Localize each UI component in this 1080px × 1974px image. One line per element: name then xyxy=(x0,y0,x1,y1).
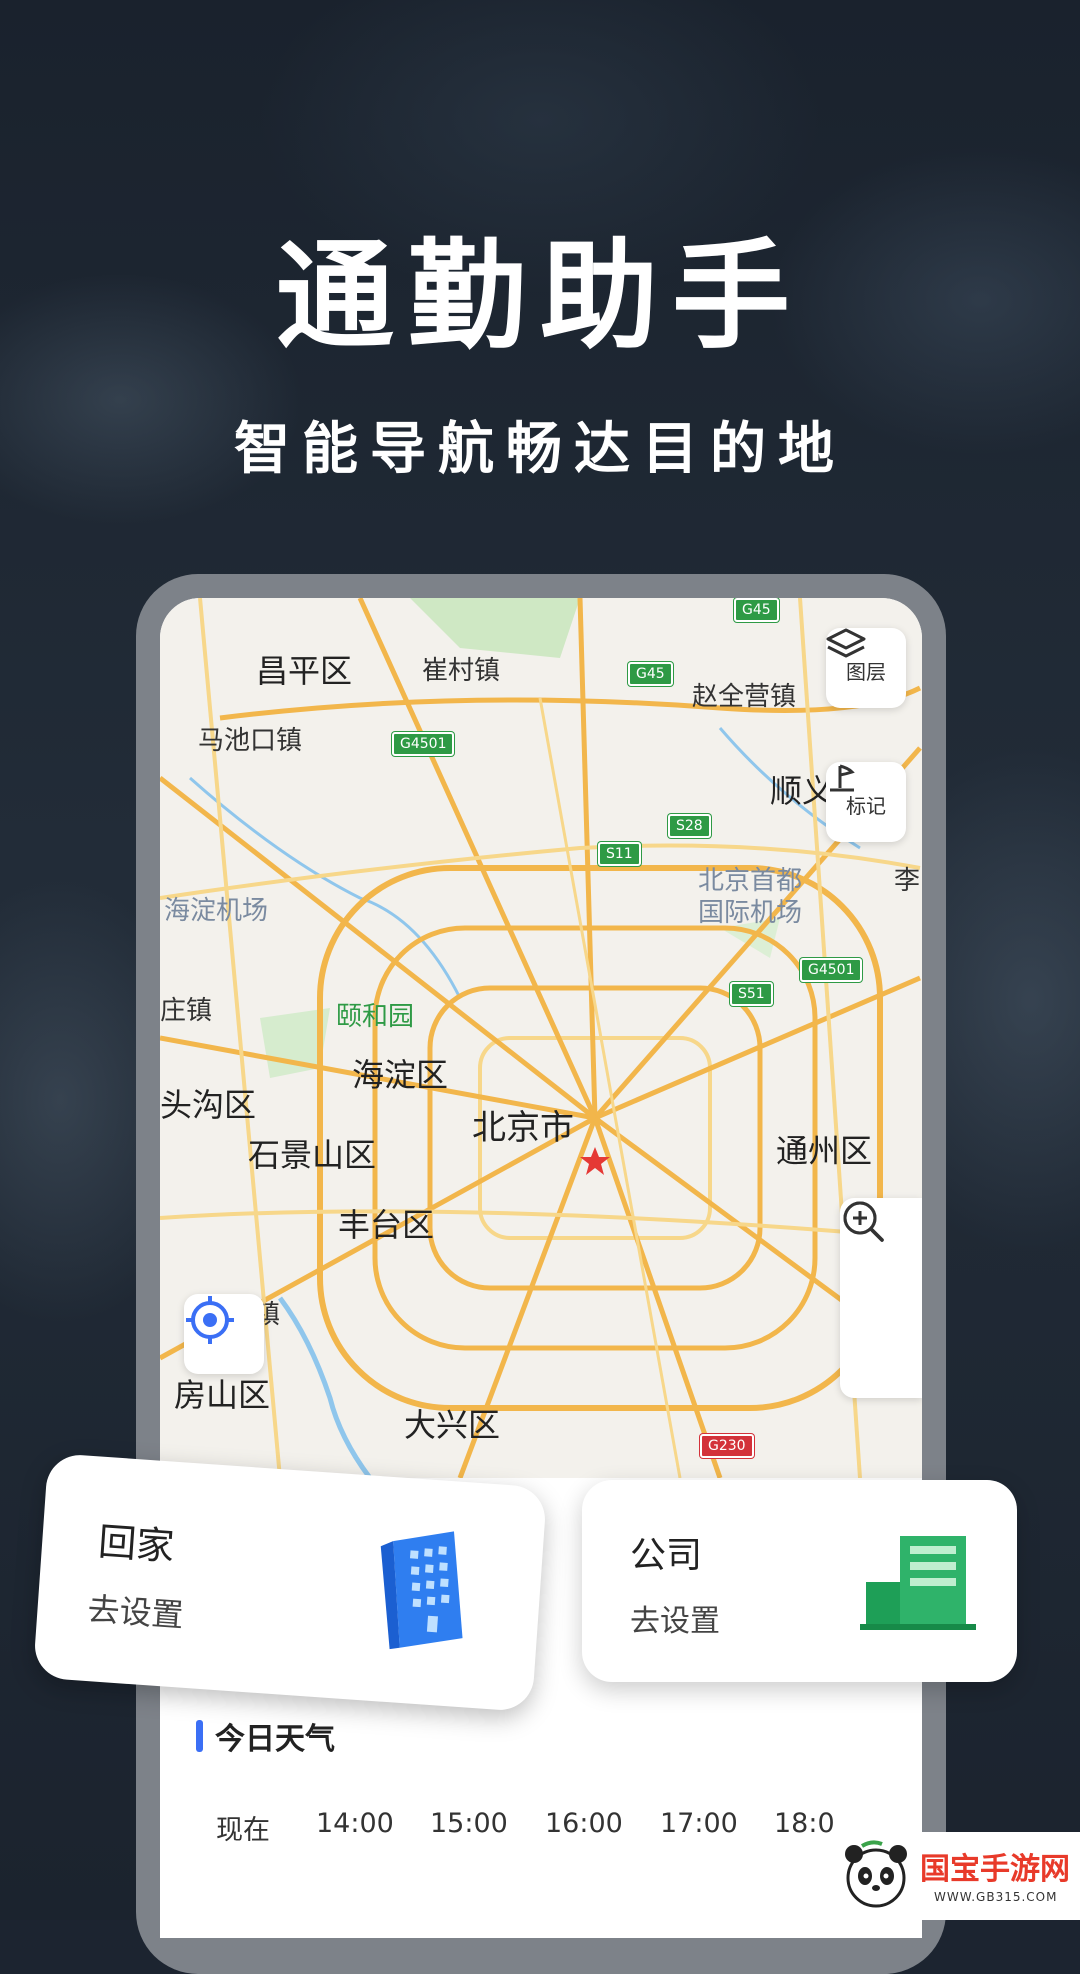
mark-button[interactable]: 标记 xyxy=(826,762,906,842)
home-action: 去设置 xyxy=(86,1589,185,1635)
weather-title: 今日天气 xyxy=(215,1722,335,1757)
label-zhuang: 庄镇 xyxy=(160,996,213,1026)
zoom-controls xyxy=(840,1198,922,1398)
label-shunyi: 顺义 xyxy=(770,772,835,810)
label-capital-airport-2: 国际机场 xyxy=(698,898,803,928)
label-changping: 昌平区 xyxy=(256,652,353,690)
weather-header: 今日天气 xyxy=(196,1714,335,1758)
watermark-brand: 国宝手游网 xyxy=(920,1852,1070,1887)
home-card[interactable]: 回家 去设置 xyxy=(32,1452,548,1713)
phone-screen: 昌平区 崔村镇 赵全营镇 马池口镇 顺义 海淀机场 北京首都 国际机场 李 庄镇… xyxy=(160,598,922,1938)
weather-time: 现在 xyxy=(216,1815,270,1846)
layers-button[interactable]: 图层 xyxy=(826,628,906,708)
label-haidian-airport: 海淀机场 xyxy=(164,896,269,926)
shield-g4501-right: G4501 xyxy=(800,958,863,982)
label-toutougou: 头沟区 xyxy=(160,1086,257,1124)
label-machikou: 马池口镇 xyxy=(198,726,303,756)
office-card[interactable]: 公司 去设置 xyxy=(582,1480,1017,1682)
map-view[interactable]: 昌平区 崔村镇 赵全营镇 马池口镇 顺义 海淀机场 北京首都 国际机场 李 庄镇… xyxy=(160,598,922,1478)
building-blue-icon xyxy=(380,1531,463,1650)
zoom-out-icon[interactable] xyxy=(840,1198,886,1244)
home-title: 回家 xyxy=(96,1519,176,1569)
panda-logo-icon xyxy=(845,1840,907,1908)
weather-time: 17:00 xyxy=(660,1808,738,1839)
building-green-icon xyxy=(860,1536,976,1630)
office-action: 去设置 xyxy=(630,1604,720,1639)
label-yiheyuan: 颐和园 xyxy=(336,1002,415,1032)
shield-g4501-left: G4501 xyxy=(392,732,455,756)
shield-g230: G230 xyxy=(700,1434,754,1458)
weather-time: 14:00 xyxy=(316,1808,394,1839)
weather-time: 18:0 xyxy=(774,1808,835,1839)
hero-title: 通勤助手 xyxy=(275,227,804,365)
locate-button[interactable] xyxy=(184,1294,264,1374)
weather-panel: 今日天气 现在 14:00 15:00 16:00 17:00 18:0 xyxy=(160,1668,922,1938)
locate-icon xyxy=(186,1296,234,1344)
weather-time: 16:00 xyxy=(545,1808,623,1839)
shield-s51: S51 xyxy=(730,982,773,1006)
label-cuicun: 崔村镇 xyxy=(422,656,501,686)
label-tongzhou: 通州区 xyxy=(776,1132,873,1170)
weather-accent-bar xyxy=(196,1720,203,1752)
label-daxing: 大兴区 xyxy=(404,1406,501,1444)
label-beijing: 北京市 xyxy=(472,1108,574,1148)
hero-subtitle: 智能导航畅达目的地 xyxy=(234,417,846,482)
label-li: 李 xyxy=(894,866,921,896)
shield-s11: S11 xyxy=(598,842,641,866)
flag-icon xyxy=(830,764,855,792)
watermark-url: WWW.GB315.COM xyxy=(934,1890,1058,1904)
label-fengtai: 丰台区 xyxy=(338,1206,435,1244)
shield-g45: G45 xyxy=(628,662,673,686)
watermark: 国宝手游网 WWW.GB315.COM xyxy=(830,1832,1080,1920)
label-haidian: 海淀区 xyxy=(352,1056,449,1094)
shield-g45-top: G45 xyxy=(734,598,779,622)
label-shijingshan: 石景山区 xyxy=(248,1136,377,1174)
shield-s28: S28 xyxy=(668,814,711,838)
weather-time: 15:00 xyxy=(430,1808,508,1839)
label-zhaoquanying: 赵全营镇 xyxy=(692,682,797,712)
label-fangshan: 房山区 xyxy=(174,1376,271,1414)
office-title: 公司 xyxy=(630,1535,703,1576)
layers-icon xyxy=(826,628,866,658)
